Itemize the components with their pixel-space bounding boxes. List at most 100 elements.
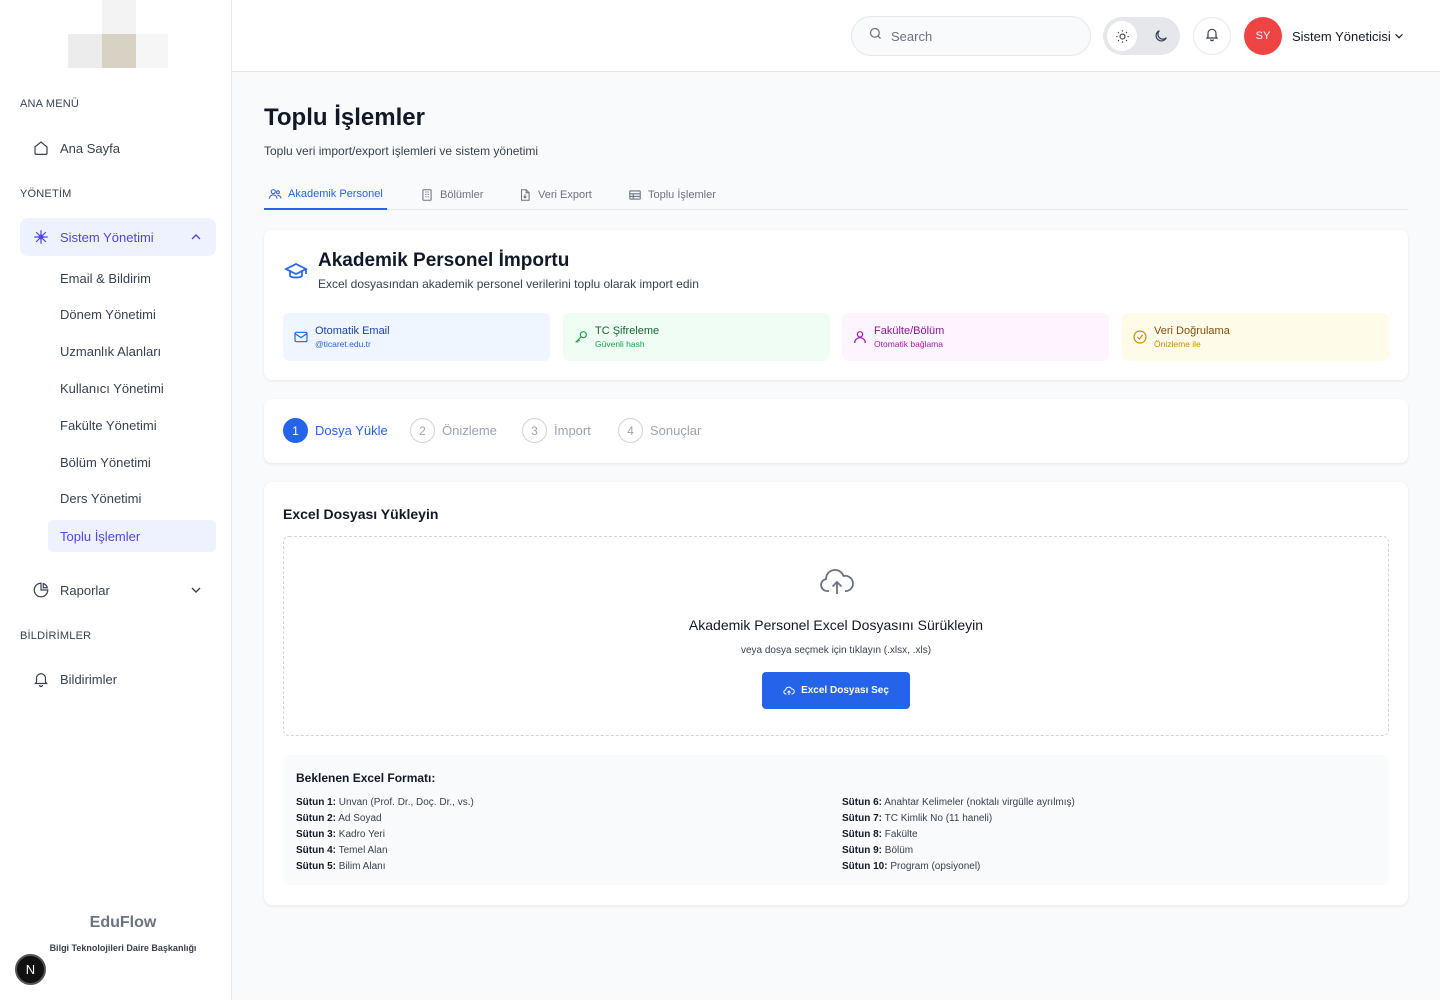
users-icon	[268, 187, 282, 201]
search-input[interactable]	[891, 28, 1071, 44]
tab-label: Akademik Personel	[288, 188, 383, 200]
cloud-upload-icon	[819, 567, 855, 597]
building-icon	[420, 188, 434, 202]
upload-card: Excel Dosyası Yükleyin Akademik Personel…	[264, 482, 1408, 905]
step-number: 1	[283, 418, 308, 443]
section-label-admin: YÖNETİM	[20, 188, 72, 200]
feature-data-validation: Veri Doğrulama Önizleme ile	[1122, 313, 1389, 361]
top-header: SY Sistem Yöneticisi	[232, 0, 1440, 72]
step-label: Dosya Yükle	[315, 423, 388, 438]
format-columns-right: Sütun 6: Anahtar Kelimeler (noktalı virg…	[842, 795, 1075, 875]
step-import[interactable]: 3 İmport	[522, 418, 591, 443]
sidebar-item-label: Ana Sayfa	[60, 140, 120, 156]
brand-name: EduFlow	[89, 914, 157, 931]
sidebar-subitem-expertise[interactable]: Uzmanlık Alanları	[48, 335, 216, 367]
logo[interactable]	[68, 0, 168, 68]
tab-label: Veri Export	[538, 189, 592, 201]
step-results[interactable]: 4 Sonuçlar	[618, 418, 701, 443]
theme-toggle[interactable]	[1103, 17, 1180, 55]
format-column: Sütun 4: Temel Alan	[296, 845, 388, 856]
expected-format-box: Beklenen Excel Formatı: Sütun 1: Unvan (…	[283, 755, 1389, 885]
upload-title: Excel Dosyası Yükleyin	[283, 506, 439, 522]
file-export-icon	[518, 188, 532, 202]
step-preview[interactable]: 2 Önizleme	[410, 418, 497, 443]
step-number: 3	[522, 418, 547, 443]
tab-label: Bölümler	[440, 189, 484, 201]
tab-label: Toplu İşlemler	[648, 189, 716, 201]
format-column: Sütun 7: TC Kimlik No (11 haneli)	[842, 813, 993, 824]
settings-spark-icon	[32, 228, 50, 246]
dropzone-subtitle: veya dosya seçmek için tıklayın (.xlsx, …	[740, 645, 932, 656]
feature-subtitle: Önizleme ile	[1154, 339, 1201, 349]
home-icon	[32, 139, 50, 157]
table-icon	[628, 188, 642, 202]
search-icon	[868, 26, 883, 46]
feature-auto-email: Otomatik Email @ticaret.edu.tr	[283, 313, 550, 361]
sidebar-item-home[interactable]: Ana Sayfa	[20, 129, 216, 167]
feature-title: Otomatik Email	[315, 325, 390, 337]
format-column: Sütun 8: Fakülte	[842, 829, 918, 840]
tab-bulk-operations[interactable]: Toplu İşlemler	[624, 180, 720, 210]
import-card-subtitle: Excel dosyasından akademik personel veri…	[318, 277, 699, 291]
sun-icon[interactable]	[1107, 21, 1137, 51]
sidebar-item-system-admin[interactable]: Sistem Yönetimi	[20, 218, 216, 256]
step-label: Önizleme	[442, 423, 497, 438]
pie-chart-icon	[32, 581, 50, 599]
feature-subtitle: Güvenli hash	[595, 339, 645, 349]
check-circle-icon	[1132, 329, 1148, 345]
avatar[interactable]: SY	[1244, 17, 1282, 55]
key-icon	[573, 329, 589, 345]
step-number: 2	[410, 418, 435, 443]
import-card-title: Akademik Personel İmportu	[318, 250, 570, 271]
button-label: Excel Dosyası Seç	[801, 685, 889, 696]
search-box[interactable]	[851, 16, 1091, 56]
sidebar-subitem-term[interactable]: Dönem Yönetimi	[48, 298, 216, 330]
sidebar-subitem-bulk[interactable]: Toplu İşlemler	[48, 520, 216, 552]
format-column: Sütun 2: Ad Soyad	[296, 813, 382, 824]
feature-tc-encryption: TC Şifreleme Güvenli hash	[563, 313, 830, 361]
sidebar-subitem-department[interactable]: Bölüm Yönetimi	[48, 446, 216, 478]
chevron-up-icon	[188, 229, 204, 245]
dropzone-title: Akademik Personel Excel Dosyasını Sürükl…	[688, 617, 984, 633]
select-excel-button[interactable]: Excel Dosyası Seç	[762, 672, 910, 709]
format-column: Sütun 10: Program (opsiyonel)	[842, 861, 981, 872]
sidebar-subitem-email[interactable]: Email & Bildirim	[48, 262, 216, 294]
feature-subtitle: Otomatik bağlama	[874, 339, 943, 349]
tab-data-export[interactable]: Veri Export	[514, 180, 596, 210]
chevron-down-icon[interactable]	[1392, 29, 1406, 43]
sidebar-item-notifications[interactable]: Bildirimler	[20, 660, 216, 698]
feature-subtitle: @ticaret.edu.tr	[315, 339, 371, 349]
page-subtitle: Toplu veri import/export işlemleri ve si…	[264, 144, 539, 158]
format-column: Sütun 5: Bilim Alanı	[296, 861, 386, 872]
graduation-cap-icon	[284, 260, 308, 284]
feature-faculty-department: Fakülte/Bölüm Otomatik bağlama	[842, 313, 1109, 361]
bell-icon	[1204, 26, 1220, 47]
format-column: Sütun 9: Bölüm	[842, 845, 914, 856]
format-title: Beklenen Excel Formatı:	[296, 771, 436, 785]
user-icon	[852, 329, 868, 345]
sidebar-subitem-users[interactable]: Kullanıcı Yönetimi	[48, 372, 216, 404]
step-upload[interactable]: 1 Dosya Yükle	[283, 418, 388, 443]
import-stepper: 1 Dosya Yükle 2 Önizleme 3 İmport 4 Sonu…	[264, 399, 1408, 463]
tab-departments[interactable]: Bölümler	[416, 180, 487, 210]
format-columns-left: Sütun 1: Unvan (Prof. Dr., Doç. Dr., vs.…	[296, 795, 474, 875]
format-column: Sütun 6: Anahtar Kelimeler (noktalı virg…	[842, 797, 1075, 808]
sidebar-item-label: Raporlar	[60, 582, 110, 598]
step-label: İmport	[554, 423, 591, 438]
sidebar-subitem-courses[interactable]: Ders Yönetimi	[48, 482, 216, 514]
user-name[interactable]: Sistem Yöneticisi	[1292, 29, 1391, 44]
format-column: Sütun 3: Kadro Yeri	[296, 829, 385, 840]
section-label-notifications: BİLDİRİMLER	[20, 630, 92, 642]
sidebar-subitem-faculty[interactable]: Fakülte Yönetimi	[48, 409, 216, 441]
step-label: Sonuçlar	[650, 423, 702, 438]
feature-title: Fakülte/Bölüm	[874, 325, 945, 337]
cloud-upload-icon	[783, 685, 795, 697]
sidebar-item-label: Sistem Yönetimi	[60, 229, 154, 245]
moon-icon[interactable]	[1146, 21, 1176, 51]
dev-badge[interactable]: N	[15, 954, 46, 985]
mail-icon	[293, 329, 309, 345]
file-dropzone[interactable]: Akademik Personel Excel Dosyasını Sürükl…	[283, 536, 1389, 736]
tab-academic-staff[interactable]: Akademik Personel	[264, 180, 387, 210]
sidebar-item-reports[interactable]: Raporlar	[20, 571, 216, 609]
notifications-button[interactable]	[1193, 17, 1231, 55]
